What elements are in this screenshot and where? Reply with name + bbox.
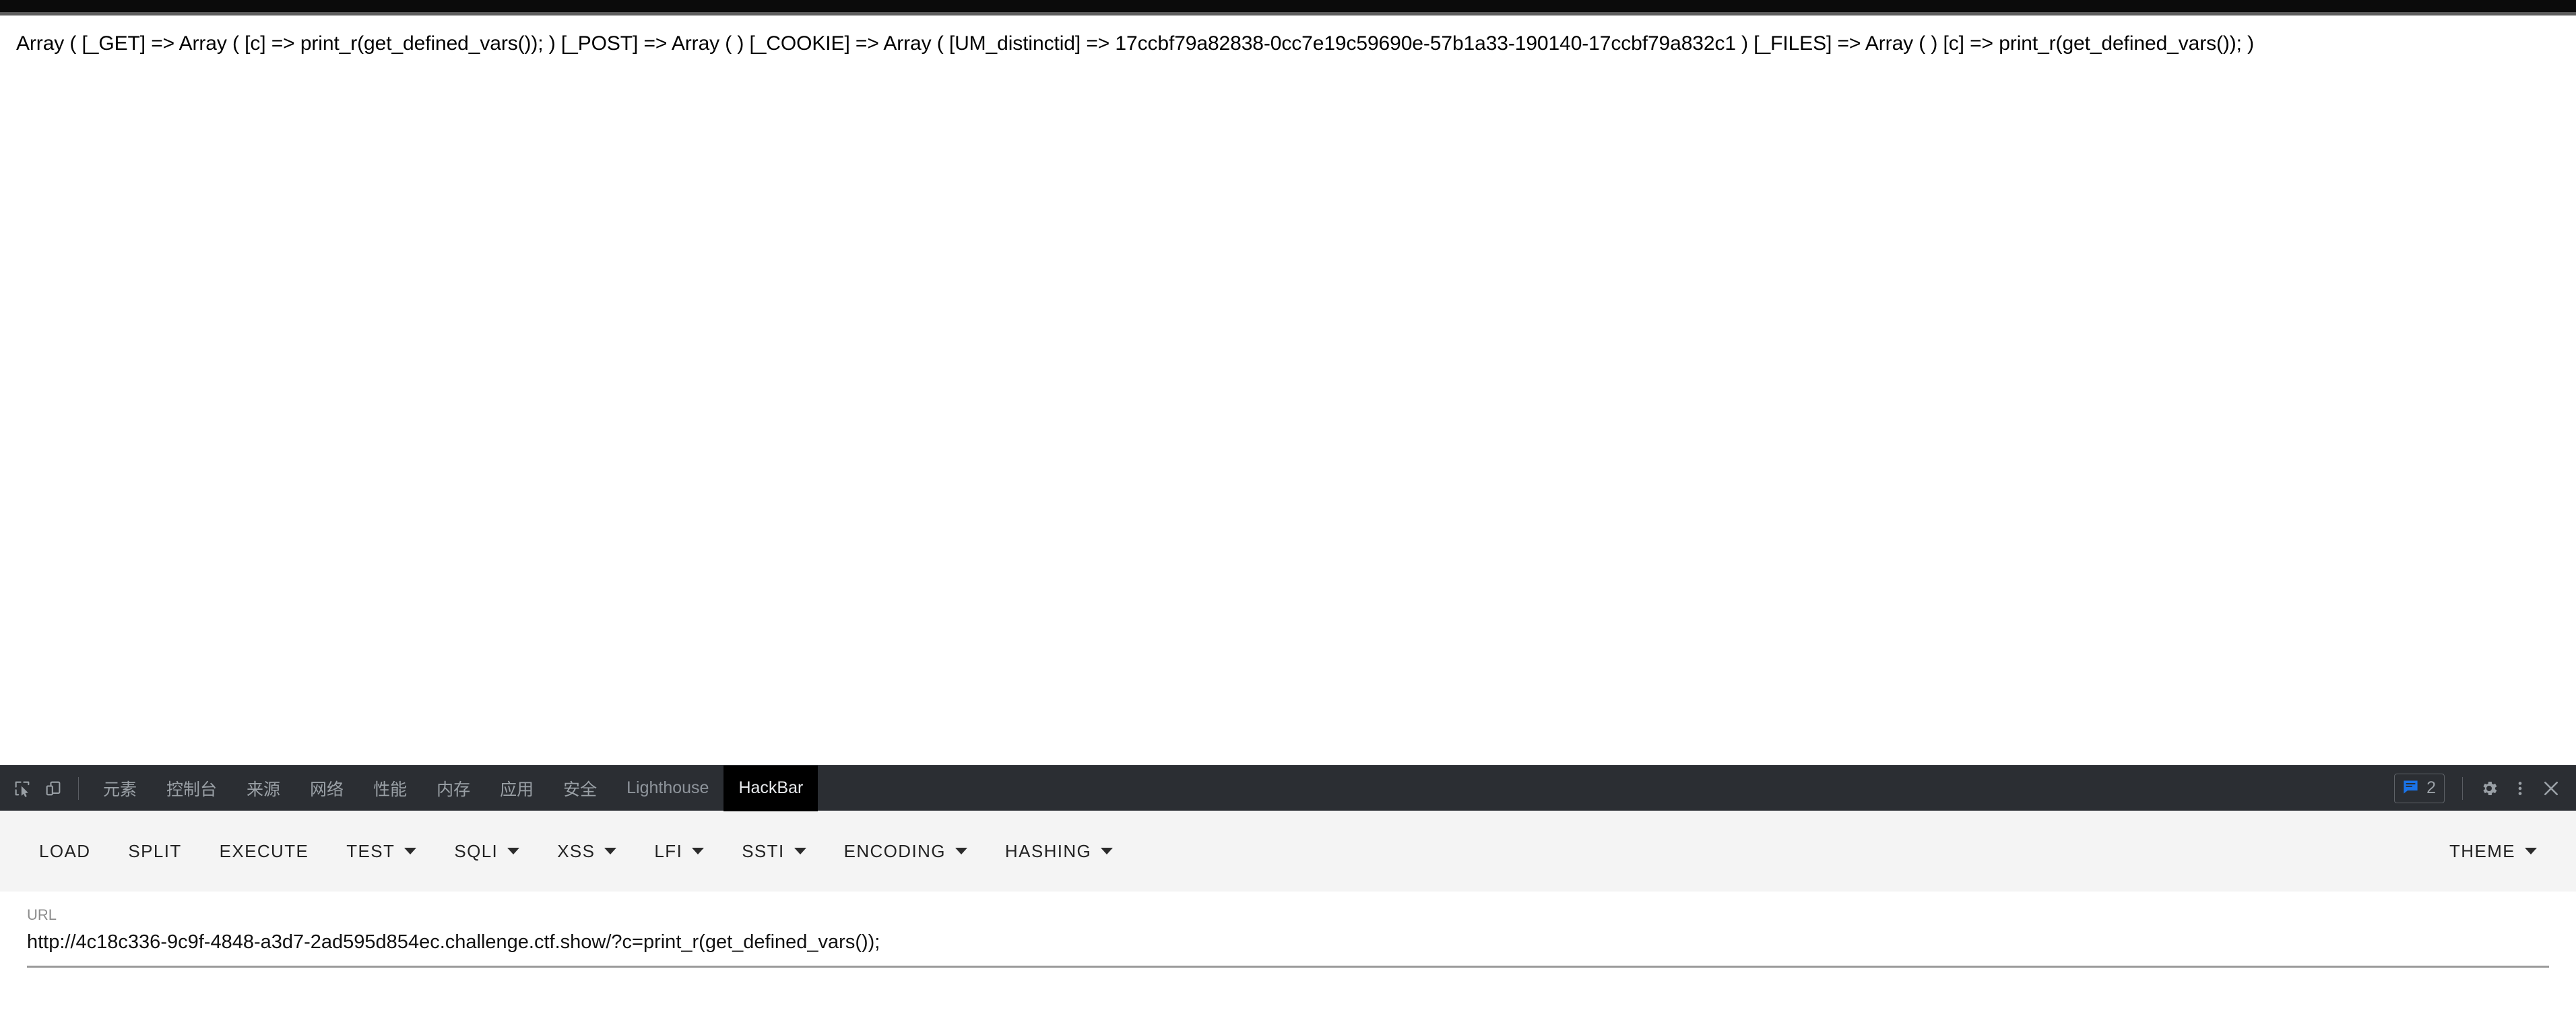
close-icon[interactable] — [2536, 773, 2567, 804]
hackbar-request-body: URL http://4c18c336-9c9f-4848-a3d7-2ad59… — [0, 892, 2576, 968]
tab-sources[interactable]: 来源 — [232, 766, 295, 811]
devtools-toolbar: 元素 控制台 来源 网络 性能 内存 应用 安全 Lighthouse Hack… — [0, 765, 2576, 811]
hackbar-split-label: SPLIT — [128, 840, 182, 861]
hackbar-hashing-menu[interactable]: HASHING — [986, 826, 1132, 876]
hackbar-execute-button[interactable]: EXECUTE — [201, 826, 328, 876]
tab-console[interactable]: 控制台 — [152, 766, 232, 811]
hackbar-execute-label: EXECUTE — [219, 840, 309, 861]
tab-performance[interactable]: 性能 — [358, 766, 422, 811]
url-field-label: URL — [27, 906, 57, 923]
hackbar-load-button[interactable]: LOAD — [20, 826, 109, 876]
actions-divider — [2462, 776, 2463, 800]
chevron-down-icon — [1101, 848, 1114, 854]
message-bubble-icon — [2402, 778, 2420, 799]
tab-elements[interactable]: 元素 — [88, 766, 152, 811]
url-input[interactable]: http://4c18c336-9c9f-4848-a3d7-2ad595d85… — [27, 929, 2549, 956]
hackbar-theme-label: THEME — [2449, 840, 2515, 861]
message-count-badge[interactable]: 2 — [2394, 773, 2445, 803]
chevron-down-icon — [2525, 848, 2537, 854]
tab-application[interactable]: 应用 — [485, 766, 548, 811]
hackbar-encoding-menu[interactable]: ENCODING — [825, 826, 986, 876]
hackbar-ssti-label: SSTI — [742, 840, 785, 861]
hackbar-xss-label: XSS — [557, 840, 595, 861]
hackbar-load-label: LOAD — [39, 840, 91, 861]
devtools-tab-list: 元素 控制台 来源 网络 性能 内存 应用 安全 Lighthouse Hack… — [88, 765, 818, 811]
tab-security[interactable]: 安全 — [548, 766, 612, 811]
php-output-text: Array ( [_GET] => Array ( [c] => print_r… — [16, 32, 2255, 55]
hackbar-encoding-label: ENCODING — [843, 840, 946, 861]
hackbar-theme-menu[interactable]: THEME — [2430, 826, 2556, 876]
hackbar-ssti-menu[interactable]: SSTI — [723, 826, 825, 876]
chevron-down-icon — [794, 848, 806, 854]
tab-lighthouse[interactable]: Lighthouse — [612, 766, 723, 811]
chevron-down-icon — [955, 848, 967, 854]
page-content-area: Array ( [_GET] => Array ( [c] => print_r… — [0, 15, 2576, 765]
chevron-down-icon — [604, 848, 617, 854]
devtools-panel: 元素 控制台 来源 网络 性能 内存 应用 安全 Lighthouse Hack… — [0, 765, 2576, 968]
chevron-down-icon — [692, 848, 705, 854]
hackbar-test-label: TEST — [346, 840, 395, 861]
hackbar-hashing-label: HASHING — [1004, 840, 1092, 861]
hackbar-split-button[interactable]: SPLIT — [109, 826, 200, 876]
hackbar-lfi-label: LFI — [654, 840, 683, 861]
hackbar-lfi-menu[interactable]: LFI — [635, 826, 723, 876]
tab-hackbar[interactable]: HackBar — [723, 765, 818, 811]
hackbar-sqli-menu[interactable]: SQLI — [435, 826, 538, 876]
chevron-down-icon — [507, 848, 520, 854]
chevron-down-icon — [404, 848, 417, 854]
tab-network[interactable]: 网络 — [295, 766, 358, 811]
gear-icon[interactable] — [2474, 773, 2505, 804]
hackbar-toolbar: LOAD SPLIT EXECUTE TEST SQLI XSS LFI SST… — [0, 811, 2576, 892]
devtools-toolbar-actions: 2 — [2394, 773, 2567, 804]
browser-chrome-strip — [0, 0, 2576, 12]
tab-memory[interactable]: 内存 — [422, 766, 485, 811]
hackbar-sqli-label: SQLI — [454, 840, 498, 861]
url-input-underline — [27, 965, 2549, 968]
kebab-menu-icon[interactable] — [2505, 773, 2536, 804]
device-toolbar-icon[interactable] — [38, 773, 69, 804]
toolbar-divider — [78, 776, 79, 800]
inspect-element-icon[interactable] — [7, 773, 38, 804]
hackbar-test-menu[interactable]: TEST — [327, 826, 435, 876]
hackbar-xss-menu[interactable]: XSS — [538, 826, 635, 876]
message-count-label: 2 — [2426, 778, 2436, 797]
